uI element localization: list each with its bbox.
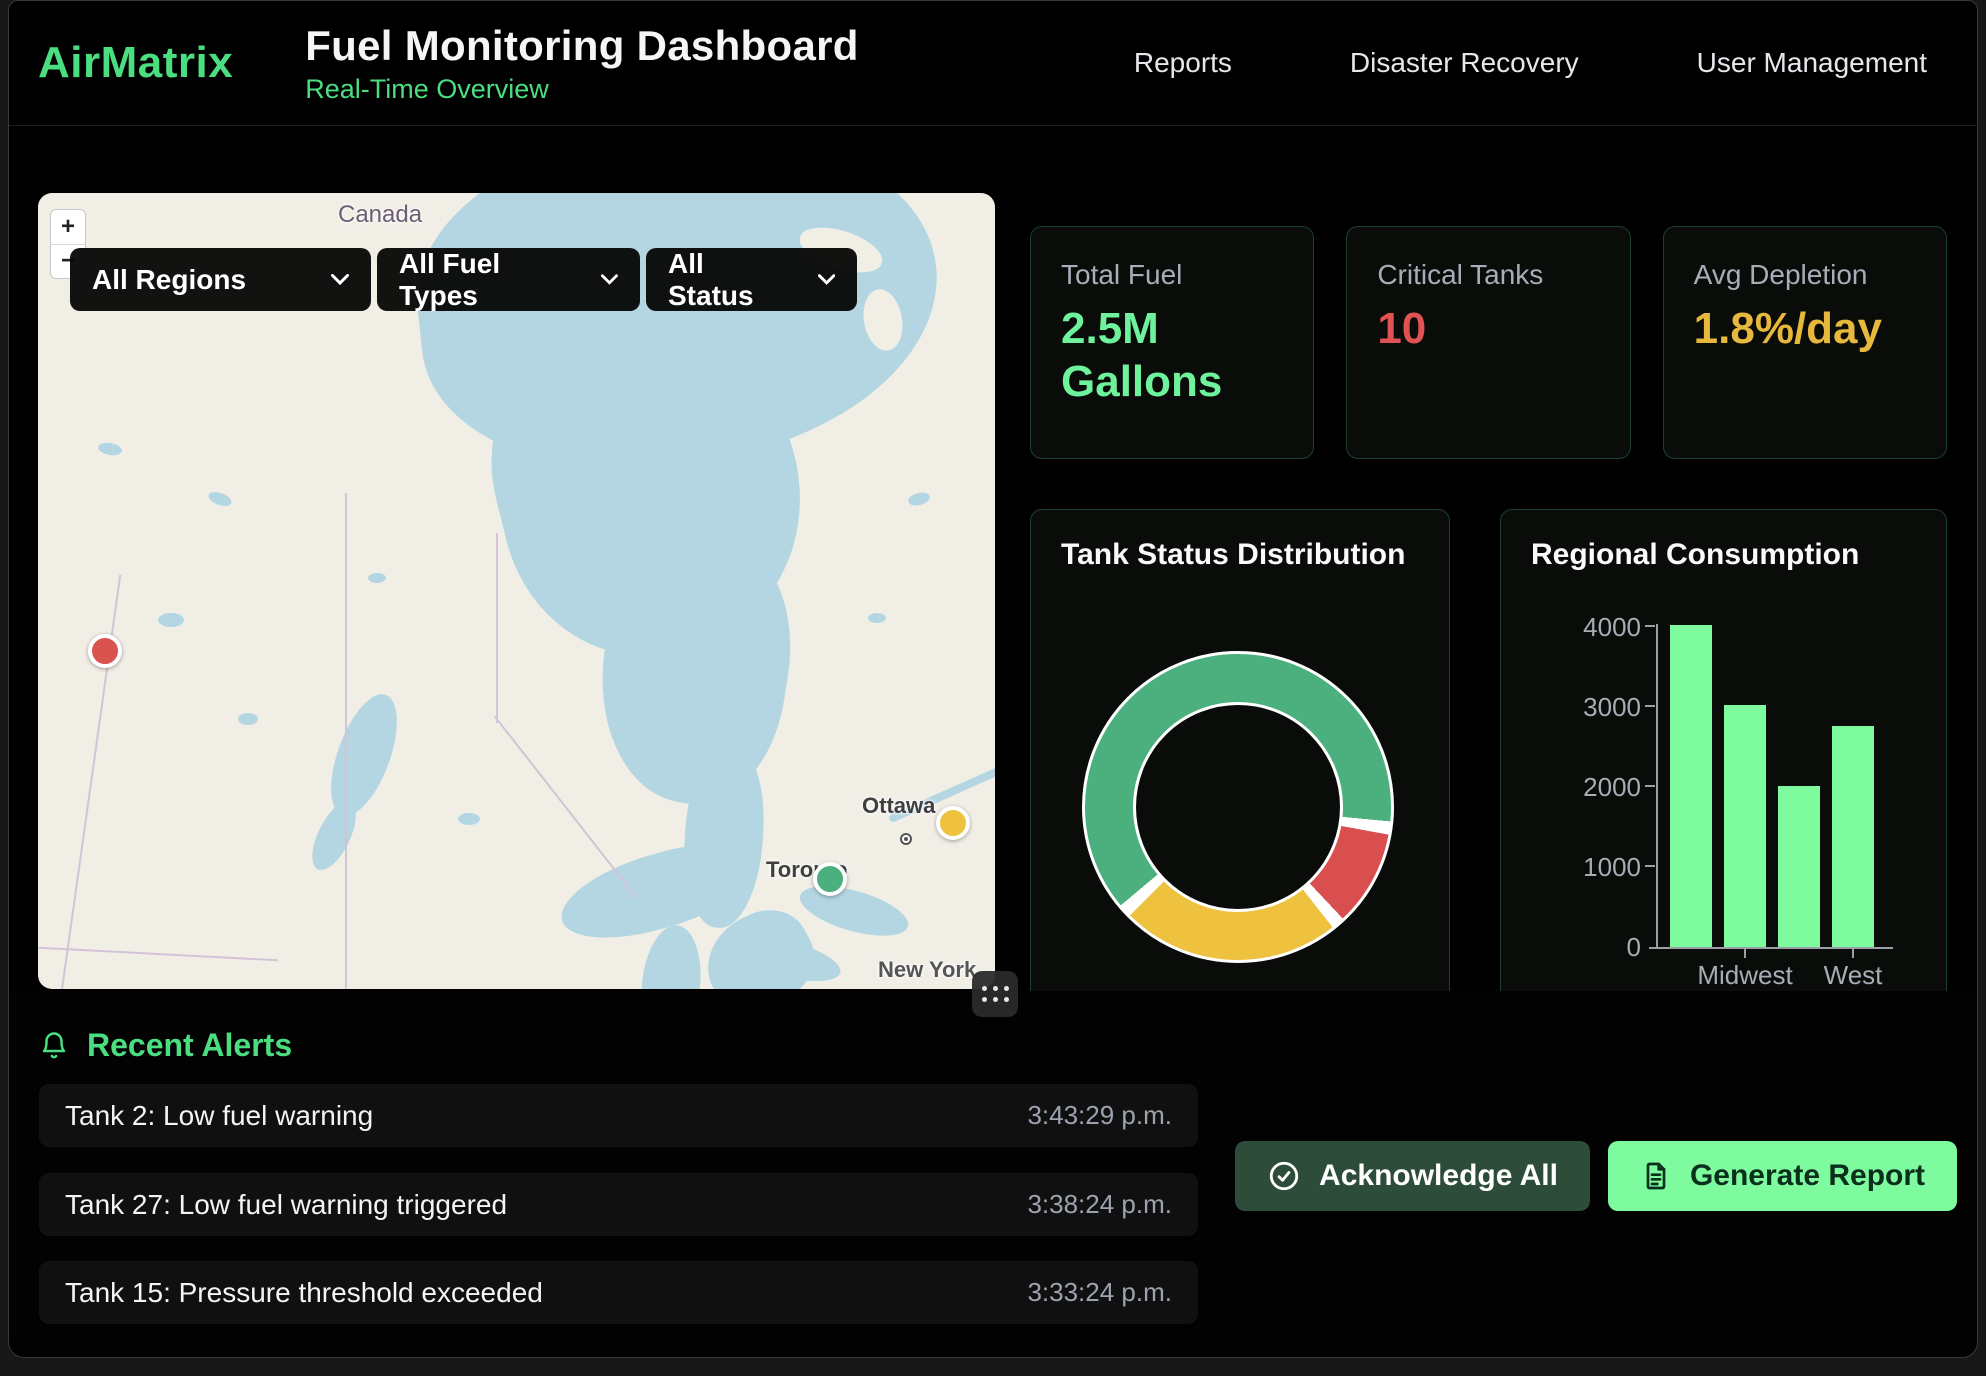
nav-item-reports[interactable]: Reports [1134, 47, 1232, 79]
tank-status-donut-chart [1082, 651, 1394, 963]
map-filters: All Regions All Fuel Types All Status [70, 248, 857, 311]
chevron-down-icon [818, 274, 835, 286]
generate-report-label: Generate Report [1690, 1159, 1925, 1193]
x-axis-tick [1852, 949, 1854, 958]
main-nav: Reports Disaster Recovery User Managemen… [1134, 47, 1927, 79]
bell-icon [39, 1030, 69, 1062]
generate-report-button[interactable]: Generate Report [1608, 1141, 1957, 1211]
stat-card-avg-depletion: Avg Depletion 1.8%/day [1663, 226, 1947, 459]
bar-chart-title: Regional Consumption [1531, 538, 1859, 572]
donut-hole [1133, 702, 1343, 912]
nav-item-disaster-recovery[interactable]: Disaster Recovery [1350, 47, 1579, 79]
regions-filter-label: All Regions [92, 264, 246, 296]
map-panel: Canada Ottawa Toronto New York + − All R… [38, 193, 995, 989]
tank-status-chart-card: Tank Status Distribution [1030, 509, 1450, 1009]
tank-marker-warning[interactable] [936, 806, 970, 840]
map-label-ottawa: Ottawa [862, 793, 935, 819]
zoom-in-button[interactable]: + [51, 210, 85, 244]
bar-chart-plot [1501, 625, 1946, 947]
tank-marker-critical[interactable] [88, 634, 122, 668]
small-lake-8 [368, 573, 386, 583]
stat-value: 1.8%/day [1694, 303, 1914, 356]
header: AirMatrix Fuel Monitoring Dashboard Real… [9, 1, 1977, 126]
app-window: AirMatrix Fuel Monitoring Dashboard Real… [8, 0, 1978, 1358]
status-filter-dropdown[interactable]: All Status [646, 248, 857, 311]
province-border-1 [345, 493, 347, 989]
regional-consumption-chart-card: Regional Consumption 4000 3000 2000 1000… [1500, 509, 1947, 1009]
alert-timestamp: 3:38:24 p.m. [1027, 1189, 1172, 1220]
bar-south [1778, 786, 1820, 947]
app-logo: AirMatrix [38, 38, 233, 88]
donut-chart-title: Tank Status Distribution [1061, 538, 1405, 572]
small-lake-4 [458, 813, 480, 825]
map-label-new-york: New York [878, 957, 976, 983]
check-circle-icon [1267, 1159, 1301, 1193]
acknowledge-all-label: Acknowledge All [1319, 1159, 1558, 1193]
fuel-types-filter-dropdown[interactable]: All Fuel Types [377, 248, 640, 311]
alert-text: Tank 15: Pressure threshold exceeded [65, 1277, 543, 1309]
small-lake-5 [868, 613, 886, 623]
province-border-2 [496, 533, 498, 723]
main-content: Canada Ottawa Toronto New York + − All R… [9, 126, 1977, 1009]
stat-label: Avg Depletion [1694, 259, 1916, 291]
alerts-header: Recent Alerts [39, 1027, 292, 1064]
stat-card-total-fuel: Total Fuel 2.5M Gallons [1030, 226, 1314, 459]
map-label-canada: Canada [338, 201, 422, 229]
x-axis-tick [1744, 949, 1746, 958]
acknowledge-all-button[interactable]: Acknowledge All [1235, 1141, 1590, 1211]
x-axis-tick-label: West [1824, 960, 1883, 991]
right-column: Total Fuel 2.5M Gallons Critical Tanks 1… [1030, 193, 1947, 1009]
map-drag-handle[interactable] [972, 971, 1018, 1017]
stats-row: Total Fuel 2.5M Gallons Critical Tanks 1… [1030, 226, 1947, 459]
bar-midwest [1724, 705, 1766, 947]
title-block: Fuel Monitoring Dashboard Real-Time Over… [305, 22, 858, 105]
small-lake-3 [207, 489, 234, 508]
fuel-types-filter-label: All Fuel Types [399, 248, 575, 312]
chevron-down-icon [601, 274, 618, 286]
us-border [38, 947, 278, 962]
charts-row: Tank Status Distribution Regional Consum… [1030, 509, 1947, 1009]
small-lake-6 [907, 490, 931, 507]
alert-timestamp: 3:43:29 p.m. [1027, 1100, 1172, 1131]
small-lake-7 [97, 441, 123, 457]
alert-row: Tank 2: Low fuel warning 3:43:29 p.m. [39, 1084, 1198, 1147]
stat-card-critical-tanks: Critical Tanks 10 [1346, 226, 1630, 459]
page-title: Fuel Monitoring Dashboard [305, 22, 858, 70]
status-filter-label: All Status [668, 248, 792, 312]
stat-value: 10 [1377, 303, 1597, 356]
file-text-icon [1640, 1160, 1672, 1192]
alert-row: Tank 15: Pressure threshold exceeded 3:3… [39, 1261, 1198, 1324]
map-canvas[interactable]: Canada Ottawa Toronto New York [38, 193, 995, 989]
alerts-panel: Recent Alerts Tank 2: Low fuel warning 3… [9, 991, 1977, 1357]
stat-value: 2.5M Gallons [1061, 303, 1281, 409]
lake-ontario [795, 876, 914, 945]
small-lake-2 [238, 713, 258, 725]
small-lake-1 [158, 613, 184, 627]
alert-row: Tank 27: Low fuel warning triggered 3:38… [39, 1173, 1198, 1236]
nav-item-user-management[interactable]: User Management [1697, 47, 1927, 79]
tank-marker-normal[interactable] [813, 862, 847, 896]
bar-west [1832, 726, 1874, 947]
stat-label: Critical Tanks [1377, 259, 1599, 291]
stat-label: Total Fuel [1061, 259, 1283, 291]
alert-text: Tank 2: Low fuel warning [65, 1100, 373, 1132]
bar-northeast [1670, 625, 1712, 947]
ottawa-town-dot [900, 833, 912, 845]
alert-timestamp: 3:33:24 p.m. [1027, 1277, 1172, 1308]
regions-filter-dropdown[interactable]: All Regions [70, 248, 371, 311]
alert-text: Tank 27: Low fuel warning triggered [65, 1189, 507, 1221]
x-axis-tick-label: Midwest [1697, 960, 1792, 991]
page-subtitle: Real-Time Overview [305, 74, 858, 105]
chevron-down-icon [331, 274, 349, 286]
lake-winnipeg [318, 686, 411, 824]
alerts-title: Recent Alerts [87, 1027, 292, 1064]
x-axis-line [1649, 947, 1893, 949]
